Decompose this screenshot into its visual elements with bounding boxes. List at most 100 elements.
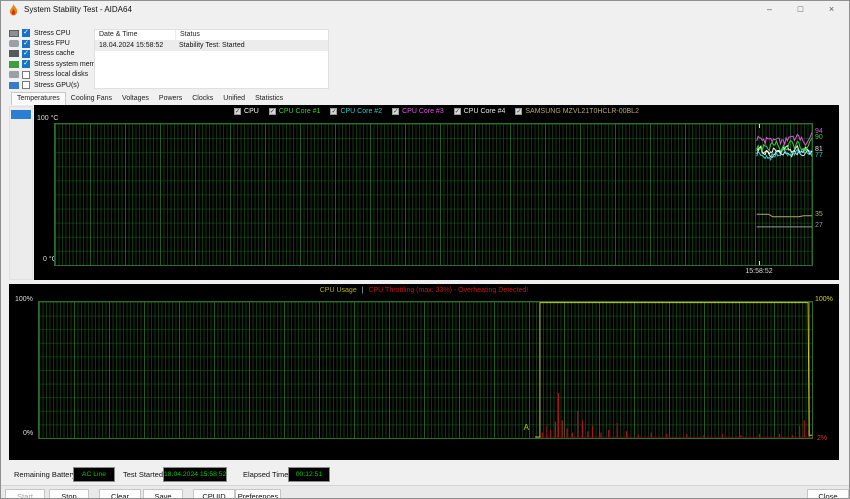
- legend-label: CPU: [244, 108, 259, 115]
- aida64-flame-icon: [9, 4, 18, 16]
- elapsed-time-value: 00:12:51: [288, 467, 330, 482]
- usage-chart-title: CPU Usage | CPU Throttling (max: 33%) - …: [9, 287, 839, 294]
- log-col-datetime: Date & Time: [99, 31, 138, 38]
- chart-scrollbar[interactable]: [9, 106, 33, 280]
- temp-value-label-90: 90: [815, 133, 823, 141]
- stress-option-label: Stress cache: [34, 50, 75, 58]
- temperature-value-labels: 94 90 81 77 35 27: [815, 123, 839, 264]
- stress-cache-checkbox[interactable]: ✓: [22, 49, 30, 58]
- event-log-table: Date & Time Status 18.04.2024 15:58:52 St…: [94, 29, 329, 89]
- legend-item-cpu-core-3: ✓ CPU Core #3: [392, 108, 444, 115]
- gpu-icon: [9, 81, 19, 89]
- temperature-plot-area: [54, 123, 813, 266]
- title-separator: |: [361, 287, 364, 294]
- legend-item-cpu-core-1: ✓ CPU Core #1: [268, 108, 321, 115]
- time-tick-bottom: [759, 261, 760, 265]
- test-started-value: 18.04.2024 15:58:52: [163, 467, 227, 482]
- legend-item-cpu-core-2: ✓ CPU Core #2: [330, 108, 382, 115]
- stress-local-disks-checkbox[interactable]: [22, 70, 30, 79]
- log-table-header: Date & Time Status: [95, 30, 328, 41]
- stress-gpu-s-checkbox[interactable]: [22, 81, 30, 90]
- stress-option-label: Stress local disks: [34, 71, 89, 79]
- tab-cooling-fans[interactable]: Cooling Fans: [66, 92, 117, 105]
- elapsed-time-label: Elapsed Time:: [243, 470, 291, 479]
- temperature-series-lines: [756, 132, 813, 228]
- disk-icon: [9, 71, 19, 79]
- stress-fpu-checkbox[interactable]: ✓: [22, 39, 30, 48]
- stress-option-stress-cpu: ✓ Stress CPU: [9, 28, 97, 38]
- legend-label: CPU Core #3: [402, 108, 444, 115]
- tab-powers[interactable]: Powers: [154, 92, 187, 105]
- legend-label: CPU Core #4: [463, 108, 506, 115]
- log-rows: 18.04.2024 15:58:52 Stability Test: Start…: [95, 41, 328, 51]
- legend-item-cpu-core-4: ✓ CPU Core #4: [453, 108, 506, 115]
- close-window-button[interactable]: ×: [816, 1, 847, 19]
- close-button[interactable]: Close: [807, 489, 849, 498]
- maximize-button[interactable]: □: [785, 1, 816, 19]
- stress-cpu-checkbox[interactable]: ✓: [22, 29, 30, 38]
- window-title: System Stability Test - AIDA64: [24, 5, 132, 14]
- time-tick-top: [759, 124, 760, 128]
- tab-clocks[interactable]: Clocks: [187, 92, 218, 105]
- test-started-label: Test Started:: [123, 470, 166, 479]
- legend-label: SAMSUNG MZVL21T0HCLR-00BL2: [525, 108, 639, 115]
- save-button[interactable]: Save: [143, 489, 183, 498]
- stress-option-stress-system-memory: ✓ Stress system memory: [9, 59, 105, 69]
- preferences-button[interactable]: Preferences: [235, 489, 281, 498]
- throttling-alert-text: CPU Throttling (max: 33%) - Overheating …: [368, 287, 529, 294]
- legend-checkbox-cpu-core-2[interactable]: ✓: [330, 108, 338, 115]
- cpuid-button[interactable]: CPUID: [193, 489, 235, 498]
- stress-options-list: ✓ Stress CPU ✓ Stress FPU ✓ Stress cache ✓ Stre…: [9, 28, 105, 90]
- usage-current-label: 100%: [815, 296, 833, 303]
- usage-axis-max-label: 100%: [15, 296, 33, 303]
- legend-item-cpu: ✓ CPU: [234, 108, 259, 115]
- legend-item-samsung-mzvl21t0hclr-00bl2: ✓ SAMSUNG MZVL21T0HCLR-00BL2: [515, 108, 639, 115]
- titlebar: System Stability Test - AIDA64 – □ ×: [1, 1, 849, 19]
- temperature-chart-panel: ✓ CPU ✓ CPU Core #1 ✓ CPU Core #2 ✓ CPU Core #3…: [34, 105, 839, 280]
- battery-label: Remaining Battery:: [14, 470, 78, 479]
- clear-button[interactable]: Clear: [99, 489, 141, 498]
- footer-button-bar: Start Stop Clear Save CPUID Preferences …: [1, 485, 849, 498]
- legend-checkbox-cpu-core-4[interactable]: ✓: [453, 108, 461, 115]
- legend-label: CPU Core #2: [340, 108, 383, 115]
- chart-scrollbar-thumb[interactable]: [11, 110, 31, 119]
- stress-option-stress-cache: ✓ Stress cache: [9, 49, 97, 59]
- log-row[interactable]: 18.04.2024 15:58:52 Stability Test: Start…: [95, 41, 328, 51]
- stress-system-memory-checkbox[interactable]: ✓: [22, 60, 30, 69]
- stress-option-label: Stress FPU: [34, 40, 70, 48]
- x-axis-time-label: 15:58:52: [745, 268, 773, 275]
- stop-button[interactable]: Stop: [49, 489, 89, 498]
- log-row-status: Stability Test: Started: [179, 42, 245, 49]
- start-button[interactable]: Start: [5, 489, 45, 498]
- tab-voltages[interactable]: Voltages: [117, 92, 154, 105]
- temp-value-label-77: 77: [815, 151, 823, 159]
- cpu-icon: [9, 29, 19, 37]
- legend-checkbox-samsung-mzvl21t0hclr-00bl2[interactable]: ✓: [515, 108, 523, 115]
- temperature-legend: ✓ CPU ✓ CPU Core #1 ✓ CPU Core #2 ✓ CPU Core #3…: [34, 108, 839, 115]
- usage-series-lines: A: [524, 302, 812, 438]
- stress-option-stress-gpu-s: Stress GPU(s): [9, 80, 97, 90]
- temp-value-label-27: 27: [815, 222, 823, 230]
- temp-value-label-35: 35: [815, 211, 823, 219]
- stress-option-stress-local-disks: Stress local disks: [9, 70, 97, 80]
- memory-icon: [9, 60, 19, 68]
- legend-checkbox-cpu-core-3[interactable]: ✓: [392, 108, 400, 115]
- tab-bar: Temperatures Cooling Fans Voltages Powers Cl…: [11, 92, 288, 105]
- test-start-marker: A: [524, 423, 530, 432]
- log-row-datetime: 18.04.2024 15:58:52: [99, 42, 164, 49]
- minimize-button[interactable]: –: [754, 1, 785, 19]
- stress-option-stress-fpu: ✓ Stress FPU: [9, 38, 97, 48]
- aida64-stability-test-window: System Stability Test - AIDA64 – □ × ✓ St…: [0, 0, 850, 499]
- stress-option-label: Stress GPU(s): [34, 81, 80, 89]
- usage-axis-min-label: 0%: [23, 430, 34, 437]
- legend-label: CPU Core #1: [278, 108, 321, 115]
- tab-statistics[interactable]: Statistics: [250, 92, 288, 105]
- legend-checkbox-cpu[interactable]: ✓: [234, 108, 242, 115]
- temp-axis-max-label: 100 °C: [37, 115, 59, 122]
- tab-temperatures[interactable]: Temperatures: [11, 92, 66, 105]
- usage-plot-area: A: [38, 301, 813, 439]
- legend-checkbox-cpu-core-1[interactable]: ✓: [268, 108, 276, 115]
- fpu-icon: [9, 40, 19, 48]
- tab-unified[interactable]: Unified: [218, 92, 250, 105]
- battery-value: AC Line: [73, 467, 115, 482]
